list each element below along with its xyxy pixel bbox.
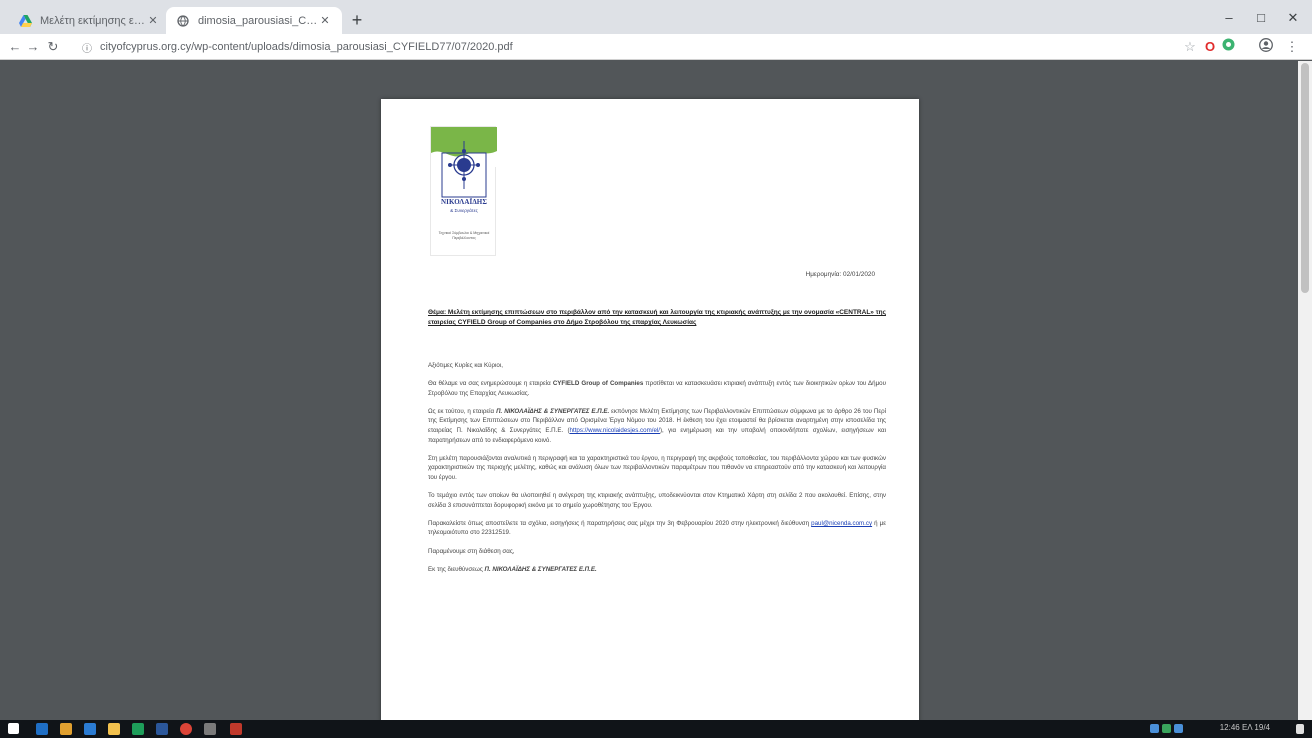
address-bar[interactable]: ⓘ cityofcyprus.org.cy/wp-content/uploads… bbox=[82, 37, 1172, 57]
excel-icon[interactable] bbox=[132, 723, 144, 735]
star-icon[interactable]: ☆ bbox=[1181, 38, 1199, 56]
notifications-icon[interactable] bbox=[1296, 724, 1304, 734]
opera-extension-icon[interactable]: O bbox=[1201, 38, 1219, 56]
reload-icon[interactable]: ↻ bbox=[44, 38, 62, 56]
pdf-page: ΝΙΚΟΛΑΪΔΗΣ & Συνεργάτες Τεχνικοί Σύμβουλ… bbox=[381, 99, 919, 720]
letter-paragraph: Το τεμάχιο εντός των οποίων θα υλοποιηθε… bbox=[428, 492, 886, 509]
tray-app-icon[interactable] bbox=[1162, 724, 1171, 733]
profile-avatar-icon[interactable] bbox=[1257, 38, 1275, 56]
tab-close-icon[interactable]: ✕ bbox=[318, 14, 332, 27]
chrome-icon[interactable] bbox=[180, 723, 192, 735]
app-icon[interactable] bbox=[204, 723, 216, 735]
letter-paragraph: Αξιότιμες Κυρίες και Κύριοι, bbox=[428, 362, 503, 369]
vertical-scrollbar[interactable] bbox=[1298, 61, 1312, 720]
letter-subject: Θέμα: Μελέτη εκτίμησης επιπτώσεων στο πε… bbox=[428, 309, 886, 327]
maximize-button[interactable]: □ bbox=[1246, 8, 1276, 28]
url-text: cityofcyprus.org.cy/wp-content/uploads/d… bbox=[100, 41, 513, 53]
letter-paragraph: Παρακαλείστε όπως αποστείλετε τα σχόλια,… bbox=[428, 519, 886, 537]
os-taskbar: 12:46 ΕΛ 19/4 bbox=[0, 720, 1312, 738]
close-window-button[interactable]: ✕ bbox=[1278, 8, 1308, 28]
pdf-viewer[interactable]: ΝΙΚΟΛΑΪΔΗΣ & Συνεργάτες Τεχνικοί Σύμβουλ… bbox=[0, 61, 1312, 720]
tab-title: dimosia_parousiasi_CYFIELD77... bbox=[198, 14, 318, 27]
tab-title: Μελέτη εκτίμησης επιπτώσεων... bbox=[40, 14, 146, 27]
letter-paragraph: Παραμένουμε στη διάθεση σας, bbox=[428, 547, 515, 555]
logo-tagline: Τεχνικοί Σύμβουλοι & Μηχανικοί Περιβάλλο… bbox=[438, 231, 490, 240]
globe-icon bbox=[176, 14, 190, 28]
forward-arrow-icon[interactable]: → bbox=[24, 38, 42, 56]
letter-date: Ημερομηνία: 02/01/2020 bbox=[805, 271, 875, 278]
letter-paragraph: Θα θέλαμε να σας ενημερώσουμε η εταιρεία… bbox=[428, 380, 886, 397]
task-view-icon[interactable] bbox=[60, 723, 72, 735]
network-icon[interactable] bbox=[1150, 724, 1159, 733]
new-tab-button[interactable]: + bbox=[346, 10, 368, 32]
google-drive-icon bbox=[18, 14, 32, 28]
letter-paragraph: Στη μελέτη παρουσιάζονται αναλυτικά η πε… bbox=[428, 454, 886, 481]
scrollbar-thumb[interactable] bbox=[1301, 63, 1309, 293]
logo-network-graphic bbox=[441, 141, 487, 198]
search-icon[interactable] bbox=[36, 723, 48, 735]
letter-body: Αξιότιμες Κυρίες και Κύριοι, Θα θέλαμε ν… bbox=[428, 361, 886, 583]
tab-close-icon[interactable]: ✕ bbox=[146, 14, 160, 27]
company-logo: ΝΙΚΟΛΑΪΔΗΣ & Συνεργάτες Τεχνικοί Σύμβουλ… bbox=[430, 126, 497, 256]
info-icon[interactable]: ⓘ bbox=[82, 40, 92, 55]
volume-icon[interactable] bbox=[1174, 724, 1183, 733]
windows-start-icon[interactable] bbox=[8, 723, 19, 734]
letter-paragraph: Εκ της διευθύνσεως Π. ΝΙΚΟΛΑΪΔΗΣ & ΣΥΝΕΡ… bbox=[428, 565, 597, 573]
browser-toolbar: ← → ↻ ⓘ cityofcyprus.org.cy/wp-content/u… bbox=[0, 34, 1312, 60]
edge-browser-icon[interactable] bbox=[84, 723, 96, 735]
menu-kebab-icon[interactable]: ⋮ bbox=[1283, 38, 1301, 56]
logo-brand-sub: & Συνεργάτες bbox=[450, 208, 478, 213]
tab-pdf-document[interactable]: dimosia_parousiasi_CYFIELD77... ✕ bbox=[166, 7, 342, 34]
acrobat-icon[interactable] bbox=[230, 723, 242, 735]
extension-icon[interactable] bbox=[1219, 38, 1237, 56]
word-icon[interactable] bbox=[156, 723, 168, 735]
tab-strip: Μελέτη εκτίμησης επιπτώσεων... ✕ dimosia… bbox=[0, 0, 1312, 34]
file-explorer-icon[interactable] bbox=[108, 723, 120, 735]
back-arrow-icon[interactable]: ← bbox=[6, 38, 24, 56]
tab-drive-document[interactable]: Μελέτη εκτίμησης επιπτώσεων... ✕ bbox=[8, 7, 170, 34]
taskbar-clock[interactable]: 12:46 ΕΛ 19/4 bbox=[1220, 723, 1270, 732]
minimize-button[interactable]: – bbox=[1214, 8, 1244, 28]
letter-paragraph: Ως εκ τούτου, η εταιρεία Π. ΝΙΚΟΛΑΪΔΗΣ &… bbox=[428, 407, 887, 444]
